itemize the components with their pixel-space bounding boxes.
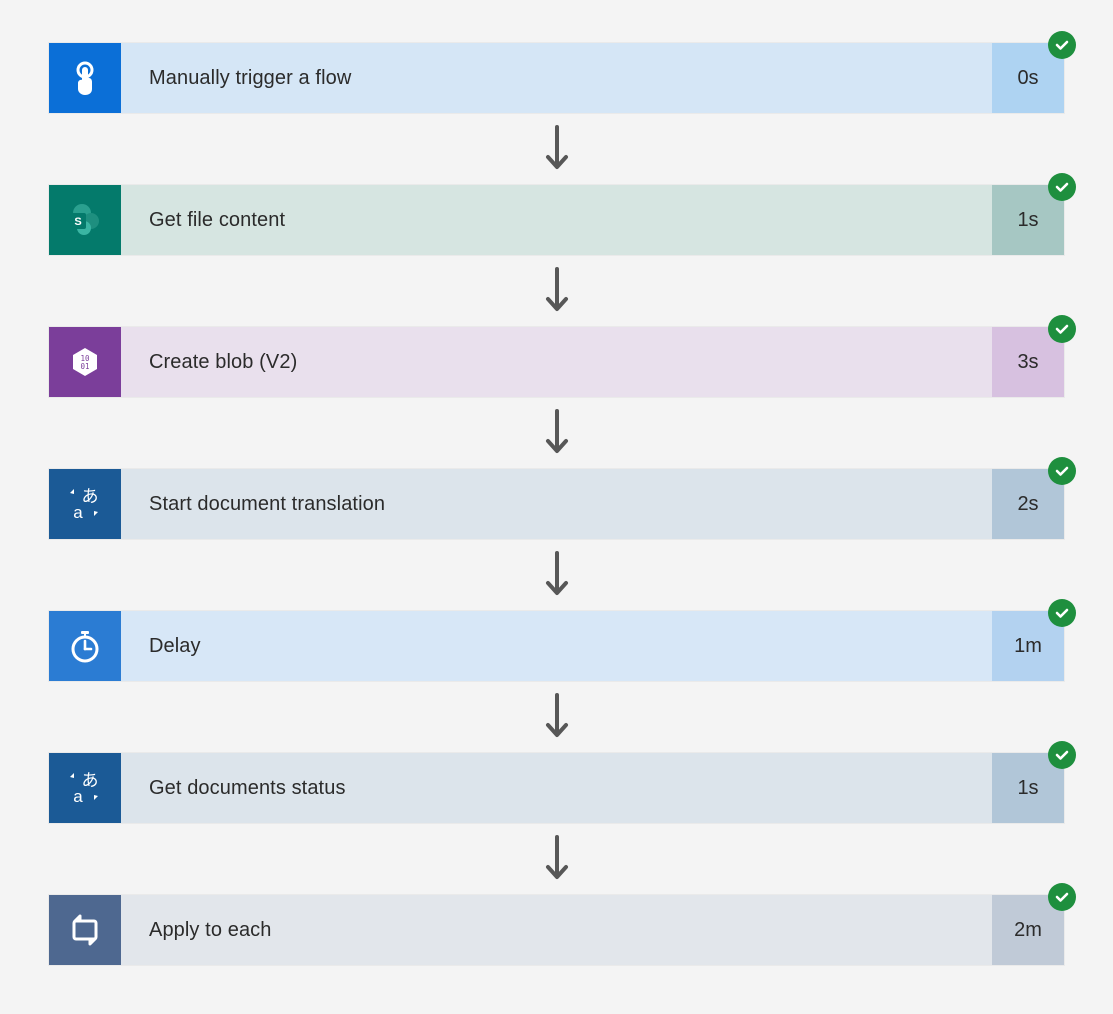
step-label: Get file content xyxy=(121,185,992,255)
step-apply-to-each[interactable]: Apply to each 2m xyxy=(48,894,1065,966)
manual-trigger-icon xyxy=(49,43,121,113)
sharepoint-icon: S xyxy=(49,185,121,255)
svg-text:01: 01 xyxy=(80,362,89,371)
step-label: Get documents status xyxy=(121,753,992,823)
step-create-blob[interactable]: 10 01 Create blob (V2) 3s xyxy=(48,326,1065,398)
step-label: Manually trigger a flow xyxy=(121,43,992,113)
step-label: Create blob (V2) xyxy=(121,327,992,397)
flow-arrow-icon xyxy=(48,114,1065,184)
step-get-file-content[interactable]: S Get file content 1s xyxy=(48,184,1065,256)
flow-canvas: Manually trigger a flow 0s S Get file co… xyxy=(0,0,1113,994)
flow-arrow-icon xyxy=(48,398,1065,468)
svg-text:a: a xyxy=(73,787,83,806)
loop-icon xyxy=(49,895,121,965)
translate-icon: あ a xyxy=(49,753,121,823)
step-get-documents-status[interactable]: あ a Get documents status 1s xyxy=(48,752,1065,824)
step-delay[interactable]: Delay 1m xyxy=(48,610,1065,682)
step-label: Start document translation xyxy=(121,469,992,539)
svg-text:あ: あ xyxy=(82,771,99,790)
status-success-icon xyxy=(1048,741,1076,769)
translate-icon: あ a xyxy=(49,469,121,539)
step-label: Apply to each xyxy=(121,895,992,965)
status-success-icon xyxy=(1048,173,1076,201)
status-success-icon xyxy=(1048,457,1076,485)
svg-text:a: a xyxy=(73,503,83,522)
status-success-icon xyxy=(1048,315,1076,343)
blob-icon: 10 01 xyxy=(49,327,121,397)
status-success-icon xyxy=(1048,31,1076,59)
step-manually-trigger-flow[interactable]: Manually trigger a flow 0s xyxy=(48,42,1065,114)
step-start-document-translation[interactable]: あ a Start document translation 2s xyxy=(48,468,1065,540)
status-success-icon xyxy=(1048,599,1076,627)
flow-arrow-icon xyxy=(48,682,1065,752)
svg-text:あ: あ xyxy=(82,487,99,506)
flow-arrow-icon xyxy=(48,824,1065,894)
status-success-icon xyxy=(1048,883,1076,911)
flow-arrow-icon xyxy=(48,256,1065,326)
step-label: Delay xyxy=(121,611,992,681)
delay-icon xyxy=(49,611,121,681)
flow-arrow-icon xyxy=(48,540,1065,610)
svg-text:S: S xyxy=(74,216,81,228)
